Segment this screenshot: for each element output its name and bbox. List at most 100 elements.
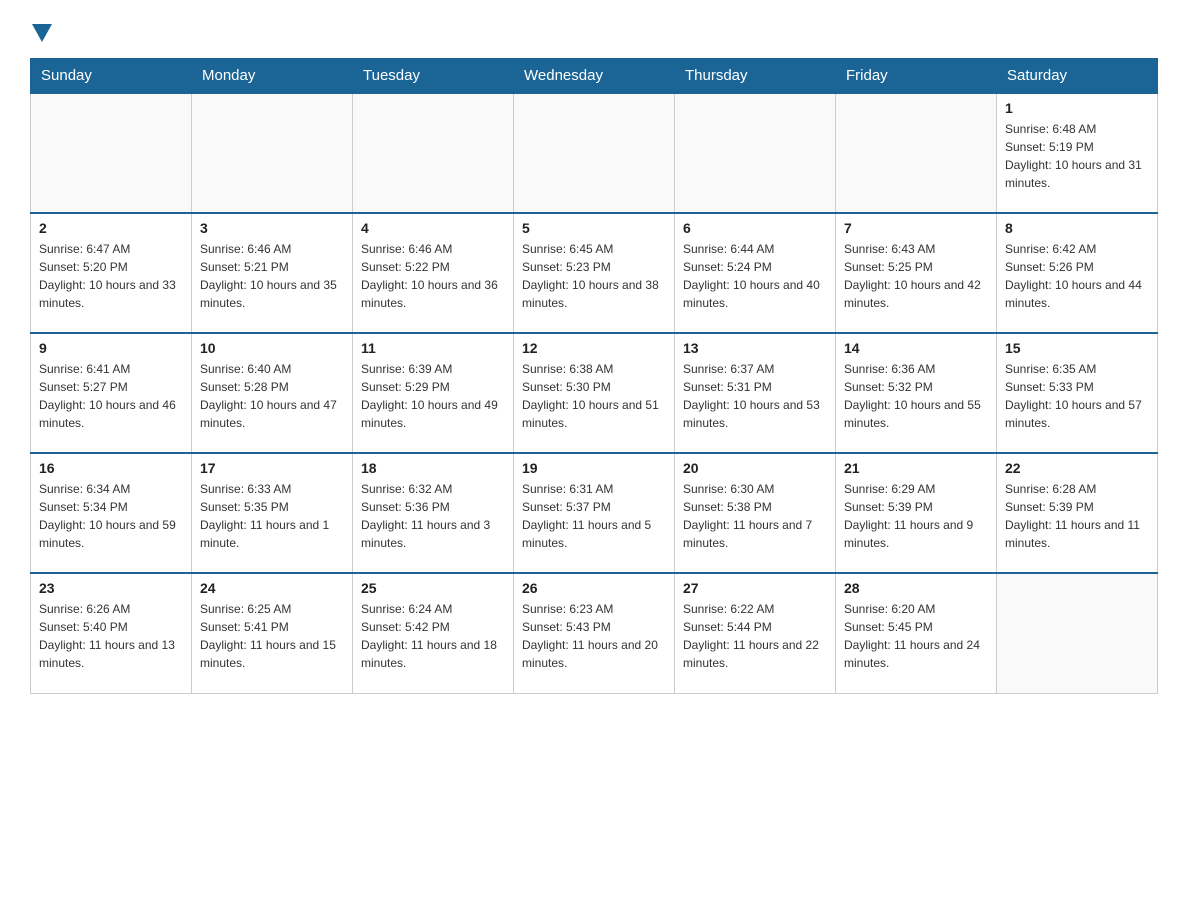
day-info: Sunrise: 6:25 AM Sunset: 5:41 PM Dayligh… <box>200 600 344 672</box>
day-number: 14 <box>844 340 988 356</box>
day-info: Sunrise: 6:36 AM Sunset: 5:32 PM Dayligh… <box>844 360 988 432</box>
day-number: 28 <box>844 580 988 596</box>
day-number: 26 <box>522 580 666 596</box>
calendar-day-cell: 25 Sunrise: 6:24 AM Sunset: 5:42 PM Dayli… <box>353 573 514 693</box>
day-info: Sunrise: 6:38 AM Sunset: 5:30 PM Dayligh… <box>522 360 666 432</box>
day-number: 11 <box>361 340 505 356</box>
calendar-week-row: 2 Sunrise: 6:47 AM Sunset: 5:20 PM Daylig… <box>31 213 1158 333</box>
day-number: 21 <box>844 460 988 476</box>
calendar-day-cell: 2 Sunrise: 6:47 AM Sunset: 5:20 PM Daylig… <box>31 213 192 333</box>
day-number: 24 <box>200 580 344 596</box>
calendar-day-cell: 9 Sunrise: 6:41 AM Sunset: 5:27 PM Daylig… <box>31 333 192 453</box>
day-number: 19 <box>522 460 666 476</box>
day-number: 22 <box>1005 460 1149 476</box>
calendar-week-row: 9 Sunrise: 6:41 AM Sunset: 5:27 PM Daylig… <box>31 333 1158 453</box>
day-of-week-header: Monday <box>192 59 353 94</box>
day-info: Sunrise: 6:43 AM Sunset: 5:25 PM Dayligh… <box>844 240 988 312</box>
calendar-day-cell <box>675 93 836 213</box>
calendar-day-cell: 17Sunrise: 6:33 AM Sunset: 5:35 PM Dayli… <box>192 453 353 573</box>
page-header <box>30 20 1158 42</box>
day-number: 12 <box>522 340 666 356</box>
calendar-day-cell: 22 Sunrise: 6:28 AM Sunset: 5:39 PM Dayli… <box>997 453 1158 573</box>
calendar-day-cell <box>353 93 514 213</box>
day-info: Sunrise: 6:47 AM Sunset: 5:20 PM Dayligh… <box>39 240 183 312</box>
day-info: Sunrise: 6:44 AM Sunset: 5:24 PM Dayligh… <box>683 240 827 312</box>
day-number: 13 <box>683 340 827 356</box>
calendar-day-cell: 15Sunrise: 6:35 AM Sunset: 5:33 PM Dayli… <box>997 333 1158 453</box>
day-info: Sunrise: 6:48 AM Sunset: 5:19 PM Dayligh… <box>1005 120 1149 192</box>
calendar-day-cell: 27 Sunrise: 6:22 AM Sunset: 5:44 PM Dayli… <box>675 573 836 693</box>
day-info: Sunrise: 6:35 AM Sunset: 5:33 PM Dayligh… <box>1005 360 1149 432</box>
day-info: Sunrise: 6:46 AM Sunset: 5:22 PM Dayligh… <box>361 240 505 312</box>
day-number: 23 <box>39 580 183 596</box>
calendar-day-cell <box>514 93 675 213</box>
day-of-week-header: Saturday <box>997 59 1158 94</box>
calendar-day-cell: 23 Sunrise: 6:26 AM Sunset: 5:40 PM Dayli… <box>31 573 192 693</box>
day-number: 5 <box>522 220 666 236</box>
calendar-day-cell <box>836 93 997 213</box>
calendar-day-cell: 16 Sunrise: 6:34 AM Sunset: 5:34 PM Dayli… <box>31 453 192 573</box>
day-number: 6 <box>683 220 827 236</box>
day-number: 27 <box>683 580 827 596</box>
calendar-day-cell: 7 Sunrise: 6:43 AM Sunset: 5:25 PM Daylig… <box>836 213 997 333</box>
day-info: Sunrise: 6:31 AM Sunset: 5:37 PM Dayligh… <box>522 480 666 552</box>
calendar-header-row: SundayMondayTuesdayWednesdayThursdayFrid… <box>31 59 1158 94</box>
calendar-day-cell: 20 Sunrise: 6:30 AM Sunset: 5:38 PM Dayli… <box>675 453 836 573</box>
calendar-day-cell: 8 Sunrise: 6:42 AM Sunset: 5:26 PM Daylig… <box>997 213 1158 333</box>
calendar-day-cell: 19 Sunrise: 6:31 AM Sunset: 5:37 PM Dayli… <box>514 453 675 573</box>
calendar-day-cell: 4 Sunrise: 6:46 AM Sunset: 5:22 PM Daylig… <box>353 213 514 333</box>
calendar-day-cell: 18 Sunrise: 6:32 AM Sunset: 5:36 PM Dayli… <box>353 453 514 573</box>
day-number: 3 <box>200 220 344 236</box>
day-info: Sunrise: 6:29 AM Sunset: 5:39 PM Dayligh… <box>844 480 988 552</box>
calendar-day-cell <box>192 93 353 213</box>
calendar-day-cell: 5 Sunrise: 6:45 AM Sunset: 5:23 PM Daylig… <box>514 213 675 333</box>
day-of-week-header: Sunday <box>31 59 192 94</box>
calendar-day-cell: 13 Sunrise: 6:37 AM Sunset: 5:31 PM Dayli… <box>675 333 836 453</box>
day-info: Sunrise: 6:39 AM Sunset: 5:29 PM Dayligh… <box>361 360 505 432</box>
day-info: Sunrise: 6:32 AM Sunset: 5:36 PM Dayligh… <box>361 480 505 552</box>
day-of-week-header: Thursday <box>675 59 836 94</box>
calendar-week-row: 16 Sunrise: 6:34 AM Sunset: 5:34 PM Dayli… <box>31 453 1158 573</box>
day-number: 7 <box>844 220 988 236</box>
day-info: Sunrise: 6:23 AM Sunset: 5:43 PM Dayligh… <box>522 600 666 672</box>
day-info: Sunrise: 6:45 AM Sunset: 5:23 PM Dayligh… <box>522 240 666 312</box>
day-number: 4 <box>361 220 505 236</box>
calendar-day-cell <box>997 573 1158 693</box>
day-info: Sunrise: 6:40 AM Sunset: 5:28 PM Dayligh… <box>200 360 344 432</box>
day-info: Sunrise: 6:24 AM Sunset: 5:42 PM Dayligh… <box>361 600 505 672</box>
calendar-day-cell: 11 Sunrise: 6:39 AM Sunset: 5:29 PM Dayli… <box>353 333 514 453</box>
logo-triangle-icon <box>32 24 52 42</box>
day-of-week-header: Tuesday <box>353 59 514 94</box>
logo <box>30 20 52 42</box>
day-info: Sunrise: 6:42 AM Sunset: 5:26 PM Dayligh… <box>1005 240 1149 312</box>
day-info: Sunrise: 6:34 AM Sunset: 5:34 PM Dayligh… <box>39 480 183 552</box>
day-info: Sunrise: 6:41 AM Sunset: 5:27 PM Dayligh… <box>39 360 183 432</box>
calendar-day-cell: 1 Sunrise: 6:48 AM Sunset: 5:19 PM Daylig… <box>997 93 1158 213</box>
day-number: 18 <box>361 460 505 476</box>
calendar-day-cell: 28 Sunrise: 6:20 AM Sunset: 5:45 PM Dayli… <box>836 573 997 693</box>
day-info: Sunrise: 6:37 AM Sunset: 5:31 PM Dayligh… <box>683 360 827 432</box>
day-number: 9 <box>39 340 183 356</box>
day-number: 8 <box>1005 220 1149 236</box>
day-info: Sunrise: 6:26 AM Sunset: 5:40 PM Dayligh… <box>39 600 183 672</box>
day-of-week-header: Wednesday <box>514 59 675 94</box>
day-number: 1 <box>1005 100 1149 116</box>
day-number: 25 <box>361 580 505 596</box>
calendar-day-cell: 10 Sunrise: 6:40 AM Sunset: 5:28 PM Dayli… <box>192 333 353 453</box>
day-number: 20 <box>683 460 827 476</box>
calendar-day-cell <box>31 93 192 213</box>
day-info: Sunrise: 6:28 AM Sunset: 5:39 PM Dayligh… <box>1005 480 1149 552</box>
day-info: Sunrise: 6:20 AM Sunset: 5:45 PM Dayligh… <box>844 600 988 672</box>
day-info: Sunrise: 6:33 AM Sunset: 5:35 PM Dayligh… <box>200 480 344 552</box>
day-number: 16 <box>39 460 183 476</box>
calendar-table: SundayMondayTuesdayWednesdayThursdayFrid… <box>30 58 1158 694</box>
calendar-day-cell: 14 Sunrise: 6:36 AM Sunset: 5:32 PM Dayli… <box>836 333 997 453</box>
day-info: Sunrise: 6:22 AM Sunset: 5:44 PM Dayligh… <box>683 600 827 672</box>
day-number: 2 <box>39 220 183 236</box>
day-number: 10 <box>200 340 344 356</box>
calendar-day-cell: 3Sunrise: 6:46 AM Sunset: 5:21 PM Daylig… <box>192 213 353 333</box>
day-info: Sunrise: 6:30 AM Sunset: 5:38 PM Dayligh… <box>683 480 827 552</box>
calendar-week-row: 23 Sunrise: 6:26 AM Sunset: 5:40 PM Dayli… <box>31 573 1158 693</box>
calendar-week-row: 1 Sunrise: 6:48 AM Sunset: 5:19 PM Daylig… <box>31 93 1158 213</box>
calendar-day-cell: 21 Sunrise: 6:29 AM Sunset: 5:39 PM Dayli… <box>836 453 997 573</box>
